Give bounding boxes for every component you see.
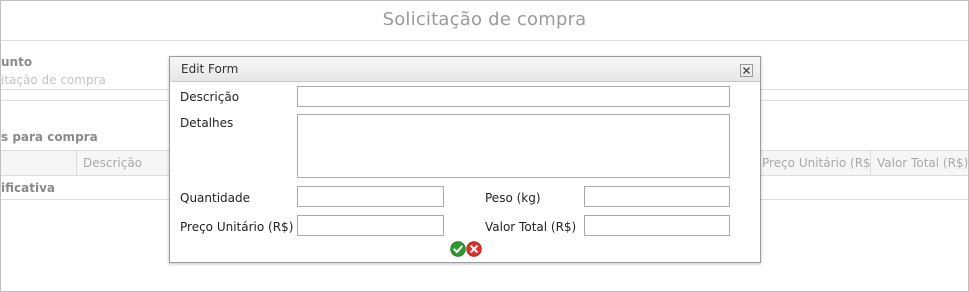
grid-column-preco-unitario[interactable]: Preço Unitário (R$) xyxy=(746,151,870,175)
section-label-itens: s para compra xyxy=(1,130,98,144)
check-icon[interactable] xyxy=(450,241,466,257)
title-divider xyxy=(1,40,968,41)
preco-unitario-input[interactable] xyxy=(297,215,444,236)
detalhes-textarea[interactable] xyxy=(297,114,730,178)
descricao-input[interactable] xyxy=(297,86,730,107)
page-title: Solicitação de compra xyxy=(382,9,587,30)
quantidade-input[interactable] xyxy=(297,186,444,207)
descricao-label: Descrição xyxy=(180,90,240,104)
edit-form-dialog: Edit Form Descrição Detalhes Quantidade … xyxy=(169,56,761,263)
section-label-assunto: unto xyxy=(1,55,33,69)
cancel-icon[interactable] xyxy=(466,241,482,257)
peso-label: Peso (kg) xyxy=(485,191,541,205)
dialog-title: Edit Form xyxy=(181,62,239,76)
quantidade-label: Quantidade xyxy=(180,191,251,205)
close-icon[interactable] xyxy=(740,62,753,77)
dialog-header: Edit Form xyxy=(170,57,760,82)
valor-total-label: Valor Total (R$) xyxy=(485,220,577,234)
detalhes-label: Detalhes xyxy=(180,116,234,130)
preco-unitario-label: Preço Unitário (R$) xyxy=(180,220,294,234)
peso-input[interactable] xyxy=(584,186,730,207)
valor-total-input[interactable] xyxy=(584,215,730,236)
top-edge-fragment xyxy=(1,1,41,7)
assunto-value[interactable]: itação de compra xyxy=(1,73,106,87)
section-label-justificativa: ificativa xyxy=(1,181,55,195)
grid-column-valor-total[interactable]: Valor Total (R$) xyxy=(870,151,968,175)
